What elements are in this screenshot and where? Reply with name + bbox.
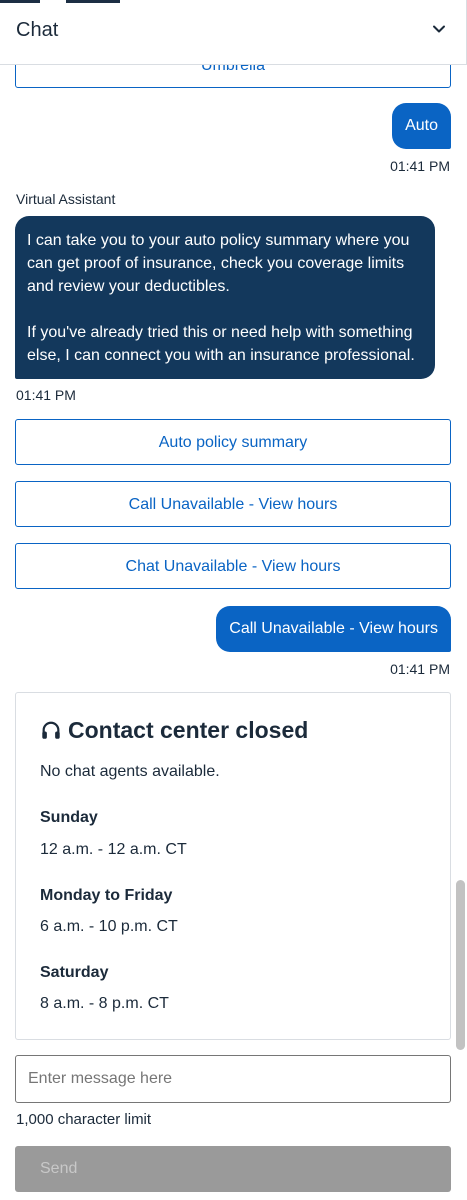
bot-message: I can take you to your auto policy summa… — [15, 216, 435, 379]
auto-policy-summary-button[interactable]: Auto policy summary — [15, 419, 451, 465]
message-input-wrapper — [15, 1055, 451, 1103]
hours-day-saturday: Saturday — [40, 964, 109, 981]
bot-sender-label: Virtual Assistant — [16, 191, 116, 207]
send-button[interactable]: Send — [15, 1146, 451, 1192]
chat-title: Chat — [16, 19, 59, 41]
message-list[interactable]: Umbrella Auto 01:41 PM Virtual Assistant… — [0, 64, 452, 1200]
headset-icon — [42, 721, 60, 739]
user-message-auto: Auto — [392, 103, 451, 149]
chevron-down-icon[interactable] — [432, 22, 446, 36]
bot-message-paragraph-1: I can take you to your auto policy summa… — [27, 232, 410, 295]
bot-message-paragraph-2: If you've already tried this or need hel… — [27, 324, 415, 364]
chat-window: Chat Umbrella Auto 01:41 PM Virtual Assi… — [0, 0, 467, 1200]
hours-time-weekdays: 6 a.m. - 10 p.m. CT — [40, 918, 178, 935]
hours-time-sunday: 12 a.m. - 12 a.m. CT — [40, 841, 187, 858]
option-umbrella-button[interactable]: Umbrella — [15, 64, 451, 88]
message-input[interactable] — [16, 1056, 450, 1102]
user-message-auto-time: 01:41 PM — [390, 158, 450, 174]
hours-day-weekdays: Monday to Friday — [40, 887, 173, 904]
user-message-call-time: 01:41 PM — [390, 661, 450, 677]
contact-center-card: Contact center closed No chat agents ava… — [15, 692, 451, 1040]
character-limit-note: 1,000 character limit — [16, 1111, 152, 1128]
hours-day-sunday: Sunday — [40, 809, 98, 826]
contact-card-title: Contact center closed — [40, 717, 308, 744]
bot-message-time: 01:41 PM — [16, 387, 76, 403]
contact-card-title-text: Contact center closed — [68, 717, 309, 743]
call-unavailable-button[interactable]: Call Unavailable - View hours — [15, 481, 451, 527]
chat-unavailable-button[interactable]: Chat Unavailable - View hours — [15, 543, 451, 589]
user-message-call: Call Unavailable - View hours — [216, 606, 451, 652]
contact-card-subtitle: No chat agents available. — [40, 763, 220, 780]
chat-header: Chat — [0, 0, 467, 65]
top-strip — [0, 0, 120, 3]
hours-time-saturday: 8 a.m. - 8 p.m. CT — [40, 995, 169, 1012]
message-list-scrollbar[interactable] — [456, 880, 465, 1050]
